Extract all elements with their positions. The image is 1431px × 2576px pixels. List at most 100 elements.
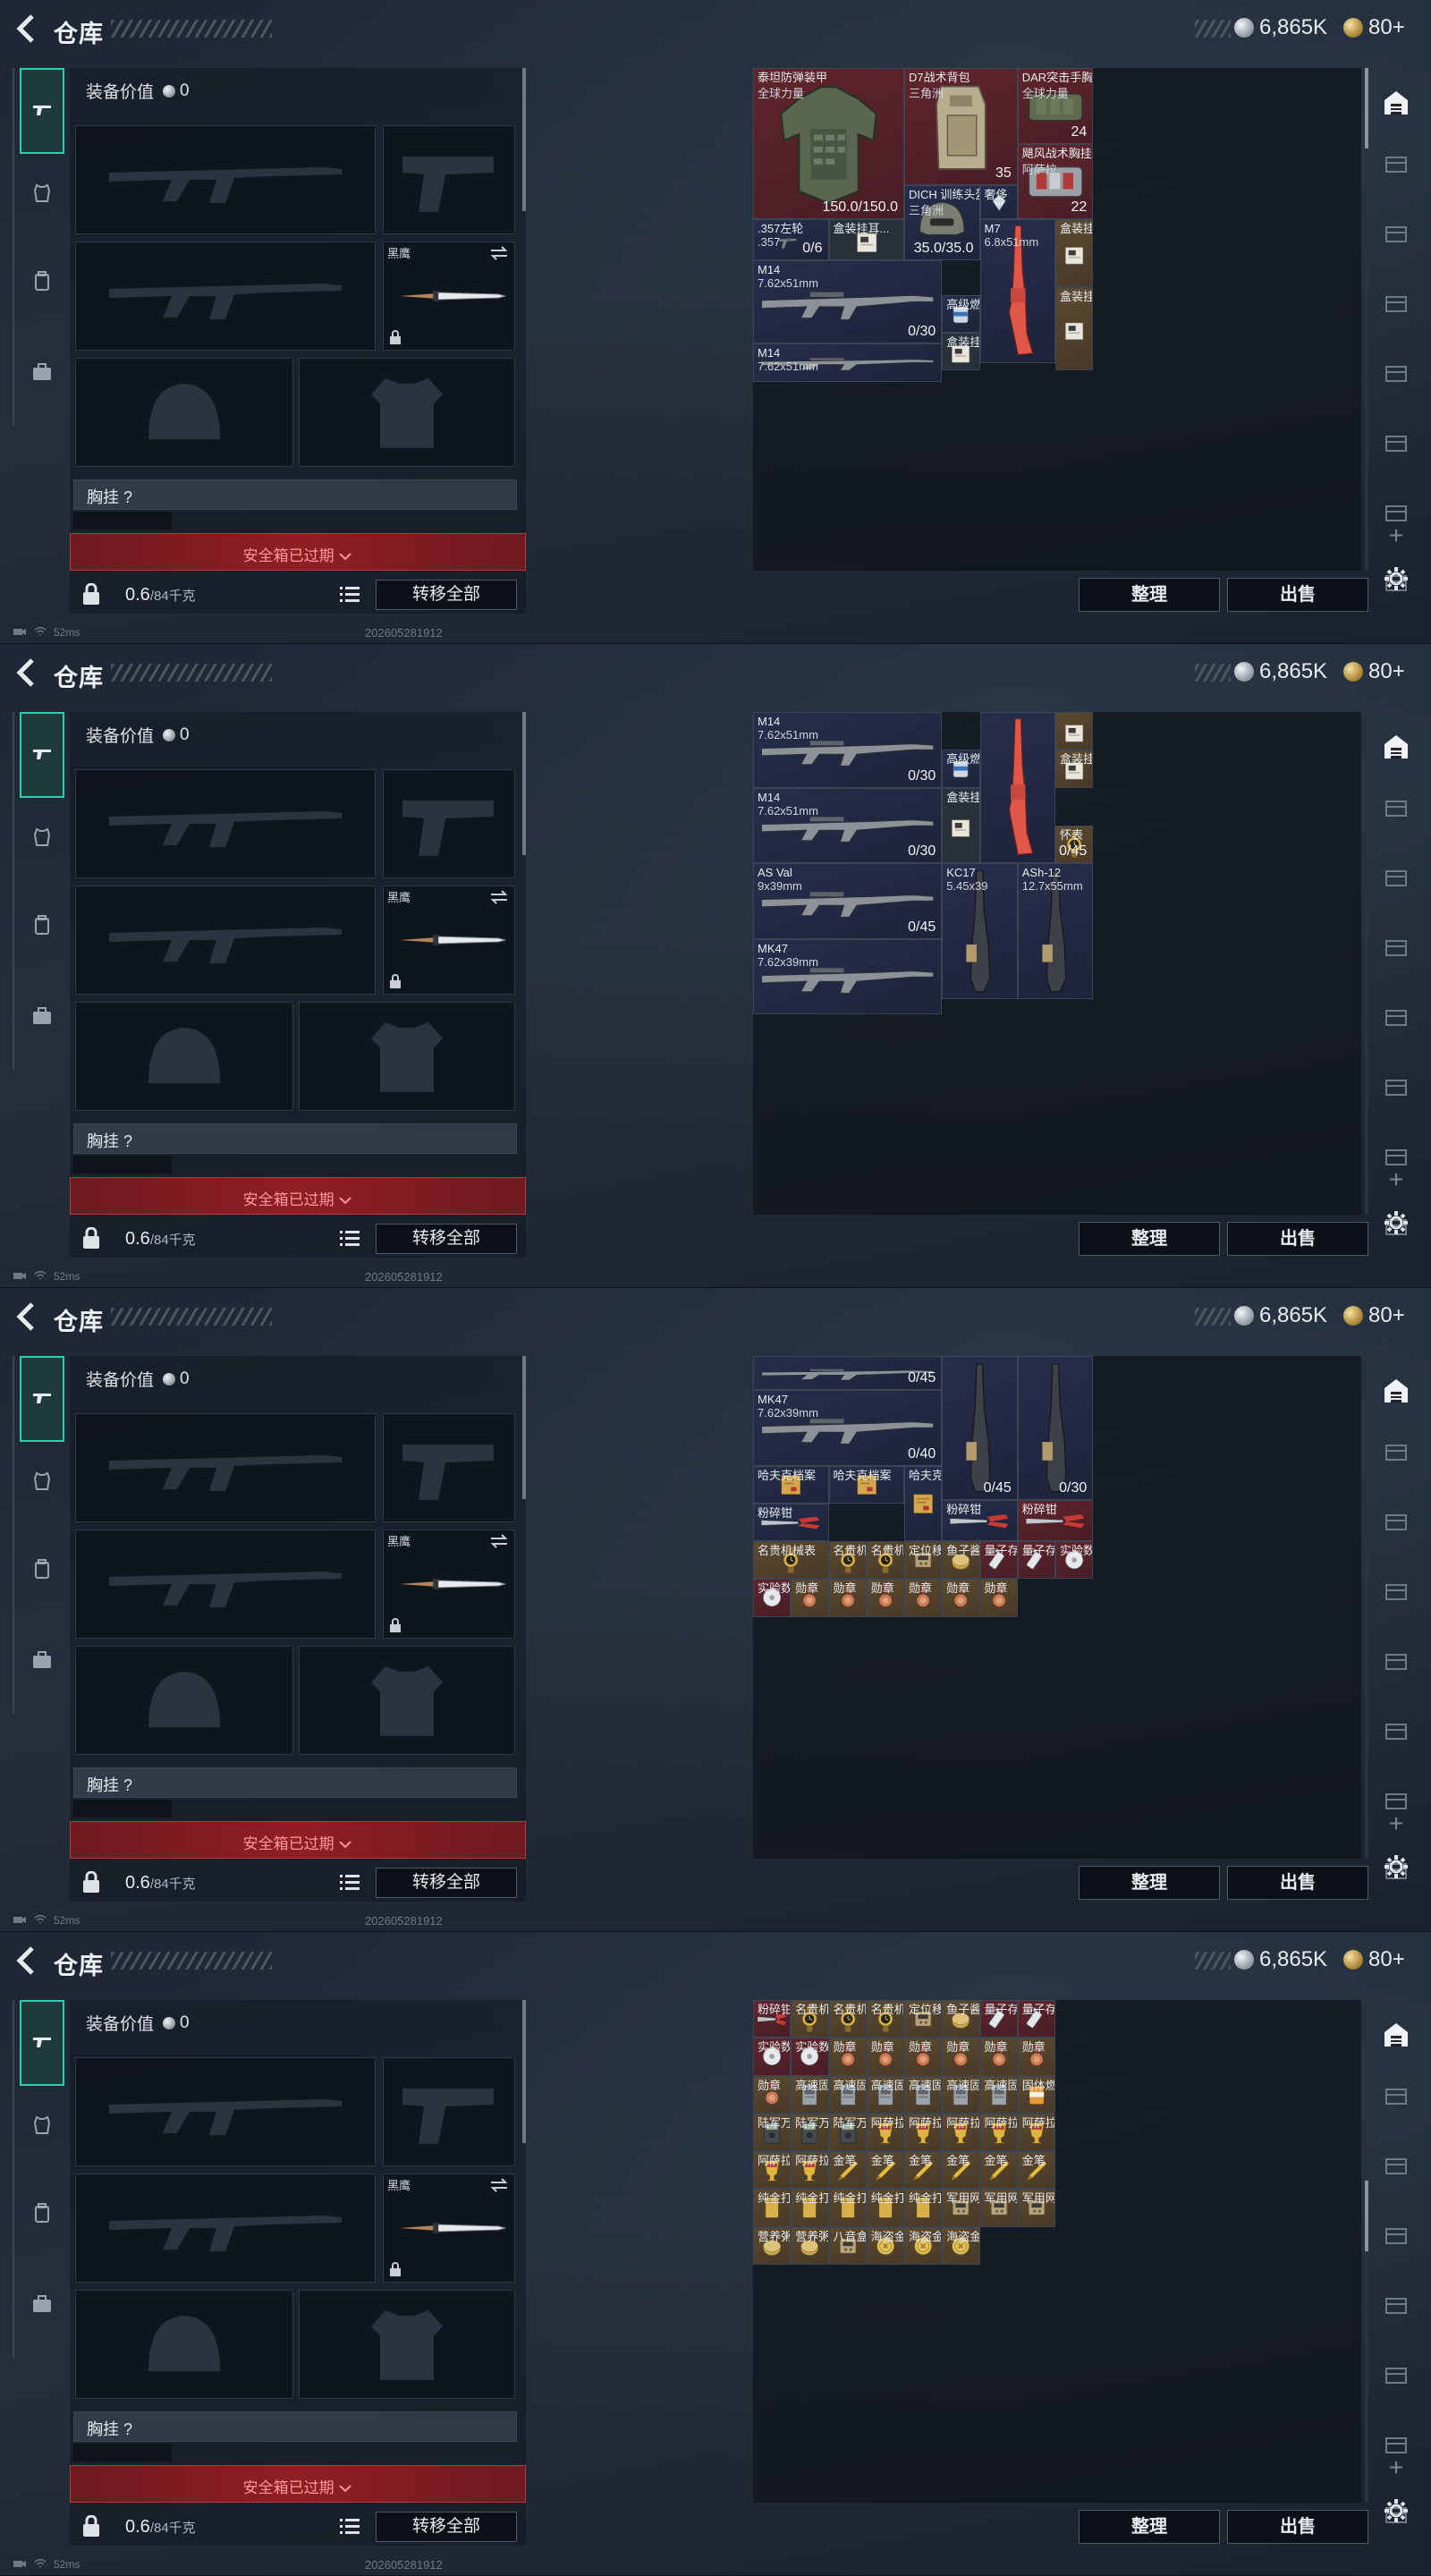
chest-rig-slot[interactable]: 胸挂 ?: [73, 2411, 517, 2442]
stash-item[interactable]: 勋章: [828, 2038, 867, 2076]
stash-item[interactable]: 阿萨拉酒杯: [904, 2113, 943, 2151]
stash-item[interactable]: 奢侈: [979, 184, 1018, 219]
settings-button[interactable]: [1376, 1848, 1417, 1889]
stash-item[interactable]: 固体燃料: [1017, 2075, 1055, 2114]
safe-box-expired-banner[interactable]: 安全箱已过期: [70, 1177, 526, 1215]
stash-item[interactable]: 盒装挂耳...: [1055, 750, 1094, 788]
stash-item[interactable]: 量子存储: [979, 1541, 1018, 1580]
stash-item[interactable]: [979, 712, 1055, 863]
stash-tab-main[interactable]: [1376, 1372, 1417, 1413]
stash-item[interactable]: 金笔: [942, 2151, 980, 2190]
chest-rig-slot[interactable]: 胸挂 ?: [73, 1123, 517, 1154]
safe-box-expired-banner[interactable]: 安全箱已过期: [70, 2465, 526, 2503]
secondary-weapon-slot[interactable]: [75, 1530, 376, 1639]
settings-button[interactable]: [1376, 560, 1417, 601]
stash-item[interactable]: 粉碎钳: [753, 1503, 829, 1542]
stash-item[interactable]: 名贵机械表: [828, 1541, 867, 1580]
nav-weapons[interactable]: [20, 1356, 64, 1442]
stash-item[interactable]: 勋章: [791, 1579, 829, 1617]
pistol-slot[interactable]: [383, 2057, 515, 2166]
stash-tab[interactable]: [1376, 284, 1417, 326]
add-stash-tab-button[interactable]: +: [1376, 515, 1417, 556]
stash-item[interactable]: 阿萨拉酒杯: [791, 2151, 829, 2190]
nav-weapons[interactable]: [20, 712, 64, 798]
stash-item[interactable]: 名贵机械表: [866, 2000, 904, 2038]
stash-scrollbar[interactable]: [1365, 2000, 1368, 2503]
stash-item[interactable]: 0/45: [942, 1356, 1018, 1500]
stash-item[interactable]: 金笔: [979, 2151, 1018, 2190]
swap-icon[interactable]: [489, 246, 509, 260]
secondary-weapon-slot[interactable]: [75, 886, 376, 995]
primary-weapon-slot[interactable]: [75, 1413, 376, 1522]
add-stash-tab-button[interactable]: +: [1376, 1803, 1417, 1844]
stash-tab[interactable]: [1376, 859, 1417, 900]
stash-item[interactable]: 阿萨拉酒杯: [753, 2151, 792, 2190]
stash-item[interactable]: DAR突击手胸挂全球力量 24: [1017, 68, 1094, 144]
stash-item[interactable]: 哈夫克档案: [828, 1465, 904, 1504]
body-armor-slot[interactable]: [299, 1002, 515, 1111]
stash-item[interactable]: 高速固态...: [866, 2075, 904, 2114]
stash-item[interactable]: 盒装挂耳...: [942, 787, 980, 863]
nav-armor[interactable]: [20, 175, 64, 215]
melee-slot[interactable]: 黑鹰: [383, 242, 515, 351]
transfer-all-button[interactable]: 转移全部: [376, 1868, 517, 1898]
gold-currency[interactable]: 80+: [1343, 658, 1405, 685]
stash-item[interactable]: M14 7.62x51mm 0/30: [753, 787, 943, 863]
settings-button[interactable]: [1376, 2492, 1417, 2533]
sell-button[interactable]: 出售: [1227, 2510, 1368, 2544]
nav-backpack[interactable]: [20, 907, 64, 946]
stash-item[interactable]: 飓风战术胸挂 阿萨拉 22: [1017, 143, 1094, 219]
sell-button[interactable]: 出售: [1227, 1222, 1368, 1256]
back-icon[interactable]: [13, 657, 39, 689]
stash-item[interactable]: 勋章: [866, 1579, 904, 1617]
nav-armor[interactable]: [20, 819, 64, 859]
stash-item[interactable]: 勋章: [979, 1579, 1018, 1617]
stash-item[interactable]: 高速固态...: [904, 2075, 943, 2114]
stash-tab-main[interactable]: [1376, 2016, 1417, 2057]
stash-item[interactable]: 粉碎钳: [753, 2000, 792, 2038]
primary-weapon-slot[interactable]: [75, 2057, 376, 2166]
stash-item[interactable]: 勋章: [979, 2038, 1018, 2076]
silver-currency[interactable]: 6,865K: [1234, 1302, 1327, 1329]
nav-weapons[interactable]: [20, 68, 64, 154]
stash-item[interactable]: 勋章: [828, 1579, 867, 1617]
stash-item[interactable]: 纯金打火机: [866, 2189, 904, 2227]
stash-item[interactable]: 盒装挂耳...: [1055, 287, 1094, 370]
stash-item[interactable]: 怀表 0/45: [1055, 825, 1094, 863]
stash-item[interactable]: 高速固态...: [791, 2075, 829, 2114]
stash-item[interactable]: 粉碎钳: [1017, 1499, 1094, 1542]
stash-tab[interactable]: [1376, 998, 1417, 1039]
stash-tab[interactable]: [1376, 1712, 1417, 1753]
add-stash-tab-button[interactable]: +: [1376, 2447, 1417, 2488]
melee-slot[interactable]: 黑鹰: [383, 1530, 515, 1639]
primary-weapon-slot[interactable]: [75, 769, 376, 878]
stash-item[interactable]: 营养粥罐头: [791, 2226, 829, 2265]
equipment-scrollbar[interactable]: [522, 2000, 526, 2143]
stash-item[interactable]: 鱼子酱: [942, 2000, 980, 2038]
stash-item[interactable]: 勋章: [866, 2038, 904, 2076]
stash-tab[interactable]: [1376, 1642, 1417, 1683]
safe-box-expired-banner[interactable]: 安全箱已过期: [70, 533, 526, 571]
stash-item[interactable]: 阿萨拉酒杯: [866, 2113, 904, 2151]
stash-tab-main[interactable]: [1376, 728, 1417, 769]
stash-item[interactable]: 粉碎钳: [942, 1499, 1018, 1542]
transfer-all-button[interactable]: 转移全部: [376, 2512, 517, 2542]
stash-tab[interactable]: [1376, 2216, 1417, 2258]
stash-item[interactable]: 海盗金币: [866, 2226, 904, 2265]
nav-armor[interactable]: [20, 2107, 64, 2147]
stash-item[interactable]: .357左轮 .357 0/6: [753, 219, 829, 261]
swap-icon[interactable]: [489, 2178, 509, 2192]
list-icon[interactable]: [340, 585, 360, 603]
stash-item[interactable]: 高速固态...: [979, 2075, 1018, 2114]
stash-tab[interactable]: [1376, 354, 1417, 395]
stash-item[interactable]: 实验数据: [753, 1579, 792, 1617]
primary-weapon-slot[interactable]: [75, 125, 376, 234]
stash-tab[interactable]: [1376, 2147, 1417, 2188]
stash-item[interactable]: 陆军万用表: [791, 2113, 829, 2151]
stash-item[interactable]: D7战术背包 三角洲 35: [904, 68, 1018, 185]
sort-button[interactable]: 整理: [1079, 2510, 1220, 2544]
stash-item[interactable]: 营养粥罐头: [753, 2226, 792, 2265]
stash-scrollbar-thumb[interactable]: [1365, 2181, 1368, 2251]
silver-currency[interactable]: 6,865K: [1234, 658, 1327, 685]
stash-item[interactable]: 勋章: [904, 2038, 943, 2076]
